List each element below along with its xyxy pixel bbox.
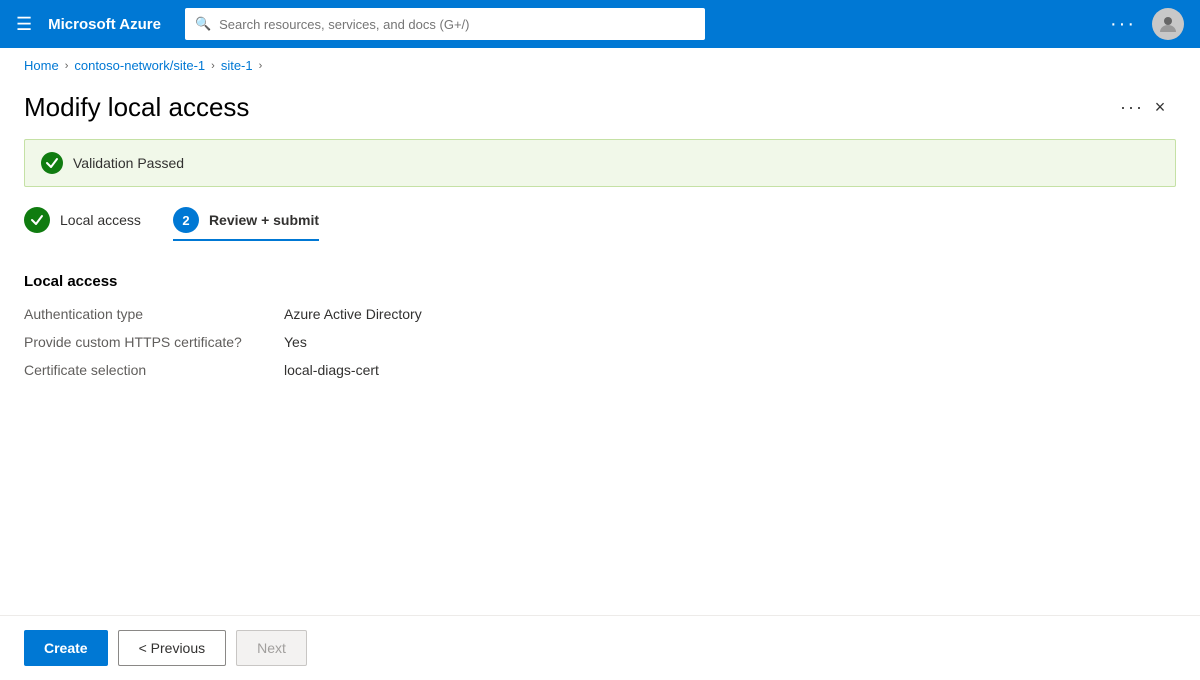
breadcrumb-network[interactable]: contoso-network/site-1 (74, 58, 205, 73)
cert-selection-value: local-diags-cert (284, 362, 1176, 378)
cert-selection-label: Certificate selection (24, 362, 284, 378)
create-button[interactable]: Create (24, 630, 108, 666)
step-review-submit[interactable]: 2 Review + submit (173, 207, 319, 241)
step-local-access[interactable]: Local access (24, 207, 141, 241)
breadcrumb-separator-2: › (211, 60, 215, 72)
wizard-steps: Local access 2 Review + submit (24, 207, 1176, 245)
page-header: Modify local access ··· × (24, 83, 1176, 139)
validation-passed-icon (41, 152, 63, 174)
top-navigation: ☰ Microsoft Azure 🔍 ··· (0, 0, 1200, 48)
footer: Create < Previous Next (0, 615, 1200, 680)
custom-https-label: Provide custom HTTPS certificate? (24, 334, 284, 350)
validation-text: Validation Passed (73, 155, 184, 171)
auth-type-label: Authentication type (24, 306, 284, 322)
step-2-label: Review + submit (209, 212, 319, 228)
close-button[interactable]: × (1144, 91, 1176, 123)
custom-https-value: Yes (284, 334, 1176, 350)
step-2-circle: 2 (173, 207, 199, 233)
step-1-label: Local access (60, 212, 141, 228)
local-access-section: Local access Authentication type Azure A… (24, 273, 1176, 378)
detail-grid: Authentication type Azure Active Directo… (24, 306, 1176, 378)
search-bar[interactable]: 🔍 (185, 8, 705, 40)
breadcrumb: Home › contoso-network/site-1 › site-1 › (0, 48, 1200, 83)
breadcrumb-separator-1: › (65, 60, 69, 72)
validation-banner: Validation Passed (24, 139, 1176, 187)
breadcrumb-separator-3: › (259, 60, 263, 72)
breadcrumb-site[interactable]: site-1 (221, 58, 253, 73)
page-more-options-icon[interactable]: ··· (1120, 97, 1144, 118)
search-input[interactable] (219, 17, 695, 32)
main-content: Modify local access ··· × Validation Pas… (0, 83, 1200, 615)
step-1-circle (24, 207, 50, 233)
section-title: Local access (24, 273, 1176, 290)
hamburger-menu-icon[interactable]: ☰ (16, 15, 32, 33)
next-button: Next (236, 630, 307, 666)
nav-right-controls: ··· (1110, 8, 1184, 40)
more-options-icon[interactable]: ··· (1110, 13, 1136, 36)
previous-button[interactable]: < Previous (118, 630, 227, 666)
breadcrumb-home[interactable]: Home (24, 58, 59, 73)
search-icon: 🔍 (195, 16, 211, 32)
auth-type-value: Azure Active Directory (284, 306, 1176, 322)
azure-logo: Microsoft Azure (48, 16, 161, 33)
user-avatar[interactable] (1152, 8, 1184, 40)
page-title: Modify local access (24, 92, 1108, 123)
